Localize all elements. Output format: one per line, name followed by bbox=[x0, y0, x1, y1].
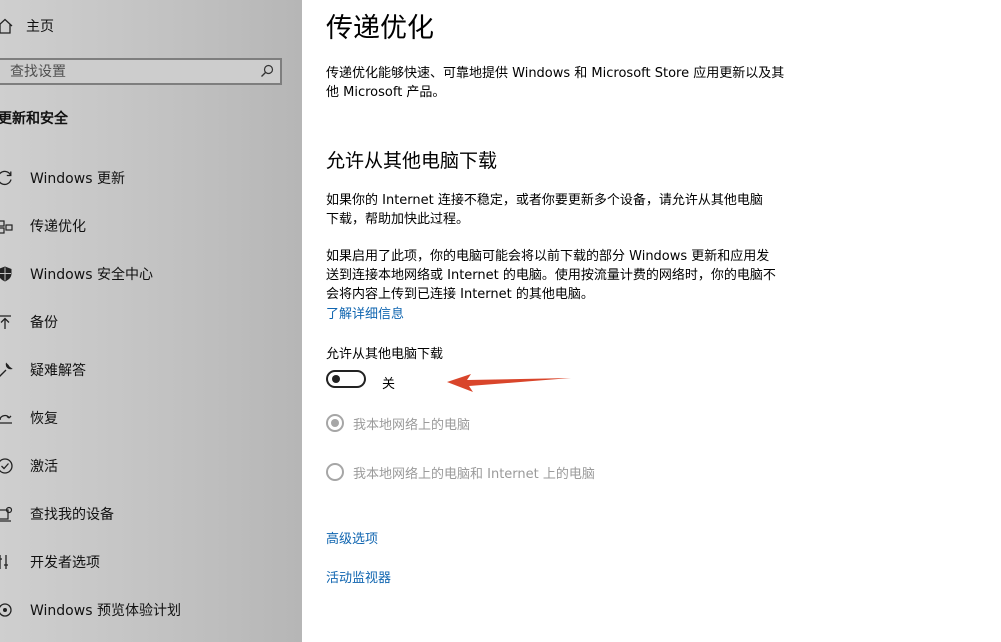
sidebar-item-label: 查找我的设备 bbox=[30, 507, 114, 523]
search-input[interactable] bbox=[10, 60, 250, 83]
settings-search[interactable] bbox=[0, 58, 282, 85]
sidebar-item-recovery[interactable]: 恢复 bbox=[0, 400, 300, 436]
sidebar: 主页 更新和安全 Windows 更新 传递优化 Windows 安全中心 bbox=[0, 0, 302, 642]
sidebar-item-windows-update[interactable]: Windows 更新 bbox=[0, 160, 300, 196]
sidebar-item-windows-security[interactable]: Windows 安全中心 bbox=[0, 256, 300, 292]
home-icon bbox=[0, 18, 13, 34]
sidebar-item-backup[interactable]: 备份 bbox=[0, 304, 300, 340]
advanced-options-link[interactable]: 高级选项 bbox=[326, 528, 378, 547]
activity-monitor-link[interactable]: 活动监视器 bbox=[326, 567, 391, 586]
sidebar-section-title: 更新和安全 bbox=[0, 111, 68, 127]
recovery-icon bbox=[0, 414, 12, 424]
sidebar-item-label: 传递优化 bbox=[30, 219, 86, 235]
sidebar-item-label: 开发者选项 bbox=[30, 555, 100, 571]
sidebar-home-label: 主页 bbox=[26, 19, 54, 35]
sidebar-item-activation[interactable]: 激活 bbox=[0, 448, 300, 484]
developer-icon bbox=[0, 555, 8, 569]
sidebar-item-delivery-optimization[interactable]: 传递优化 bbox=[0, 208, 300, 244]
sidebar-home[interactable]: 主页 bbox=[0, 12, 54, 40]
sidebar-item-label: Windows 安全中心 bbox=[30, 267, 153, 283]
main-content: 传递优化 传递优化能够快速、可靠地提供 Windows 和 Microsoft … bbox=[302, 0, 1001, 642]
search-icon[interactable] bbox=[260, 64, 274, 78]
intro-text: 传递优化能够快速、可靠地提供 Windows 和 Microsoft Store… bbox=[326, 66, 785, 100]
sidebar-item-label: Windows 更新 bbox=[30, 171, 125, 187]
sidebar-item-developer-options[interactable]: 开发者选项 bbox=[0, 544, 300, 580]
description-text-1: 如果你的 Internet 连接不稳定，或者你要更新多个设备，请允许从其他电脑下… bbox=[326, 193, 763, 227]
section-title: 允许从其他电脑下载 bbox=[326, 150, 498, 172]
radio-label: 我本地网络上的电脑 bbox=[353, 417, 471, 433]
description-text-2: 如果启用了此项，你的电脑可能会将以前下载的部分 Windows 更新和应用发送到… bbox=[326, 249, 776, 302]
radio-button-unchecked[interactable] bbox=[326, 463, 344, 481]
sidebar-item-label: Windows 预览体验计划 bbox=[30, 603, 181, 619]
wrench-icon bbox=[0, 362, 13, 377]
radio-button-checked[interactable] bbox=[326, 414, 344, 432]
find-device-icon bbox=[0, 506, 13, 522]
radio-local-network[interactable]: 我本地网络上的电脑 bbox=[326, 412, 470, 434]
check-circle-icon bbox=[0, 458, 13, 474]
sidebar-item-label: 疑难解答 bbox=[30, 363, 86, 379]
shield-icon bbox=[0, 266, 12, 282]
sidebar-item-label: 备份 bbox=[30, 315, 58, 331]
toggle-state-text: 关 bbox=[382, 377, 396, 392]
sidebar-item-label: 激活 bbox=[30, 459, 58, 475]
annotation-arrow bbox=[447, 374, 571, 392]
learn-more-link[interactable]: 了解详细信息 bbox=[326, 303, 404, 322]
allow-downloads-toggle[interactable] bbox=[326, 370, 366, 388]
radio-local-and-internet[interactable]: 我本地网络上的电脑和 Internet 上的电脑 bbox=[326, 461, 595, 483]
toggle-knob bbox=[332, 375, 340, 383]
delivery-optimization-icon bbox=[0, 220, 13, 234]
radio-label: 我本地网络上的电脑和 Internet 上的电脑 bbox=[353, 466, 595, 482]
refresh-icon bbox=[0, 170, 12, 186]
page-title: 传递优化 bbox=[326, 13, 434, 44]
toggle-label: 允许从其他电脑下载 bbox=[326, 347, 444, 362]
sidebar-item-find-my-device[interactable]: 查找我的设备 bbox=[0, 496, 300, 532]
sidebar-item-label: 恢复 bbox=[30, 411, 58, 427]
insider-icon bbox=[0, 603, 12, 617]
sidebar-item-windows-insider[interactable]: Windows 预览体验计划 bbox=[0, 592, 300, 628]
upload-arrow-icon bbox=[0, 315, 11, 329]
sidebar-item-troubleshoot[interactable]: 疑难解答 bbox=[0, 352, 300, 388]
